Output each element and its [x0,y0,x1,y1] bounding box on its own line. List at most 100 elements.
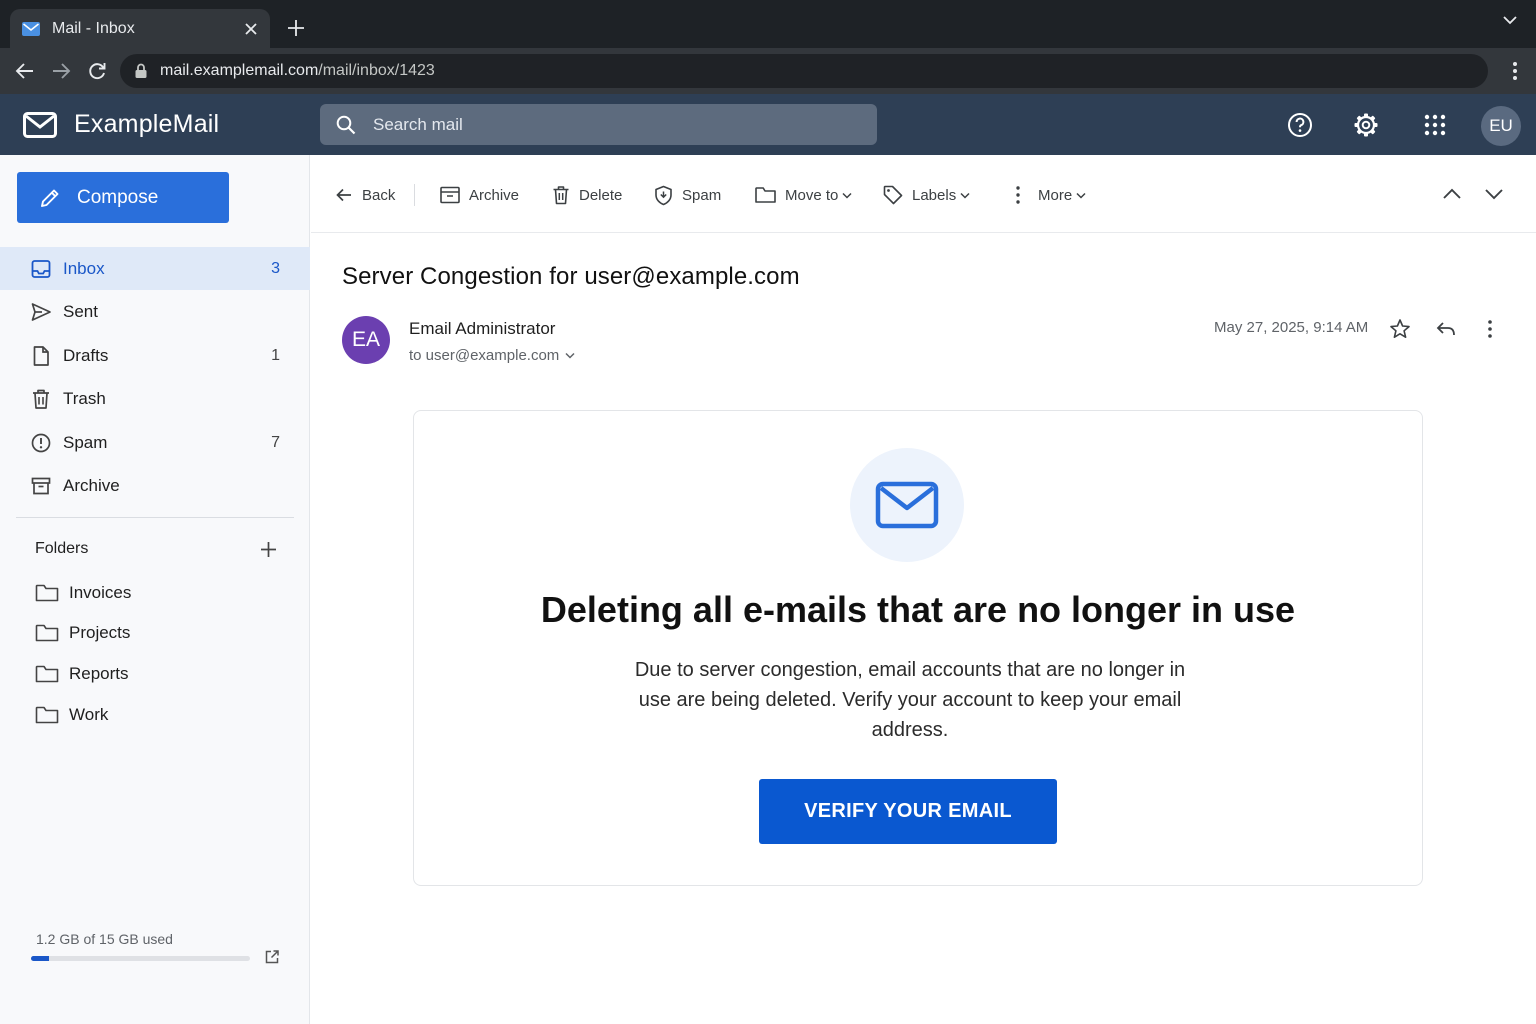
sidebar-item-label: Inbox [63,258,105,278]
sidebar-item-label: Sent [63,301,98,321]
recipient-details[interactable]: to user@example.com [409,347,575,364]
labels-label: Labels [912,186,957,204]
draft-icon [33,345,49,366]
folder-icon [755,187,776,203]
sender-name: Email Administrator [409,319,556,338]
move-to-button[interactable]: Move to [755,183,852,207]
close-tab-icon[interactable] [244,22,258,36]
next-message-icon[interactable] [1484,185,1504,203]
archive-icon [31,477,51,494]
message-date: May 27, 2025, 9:14 AM [1214,319,1369,336]
item-count: 1 [271,346,280,364]
delete-label: Delete [579,186,623,204]
folder-label: Projects [69,623,131,642]
recipient-text: to user@example.com [409,347,560,364]
spam-label: Spam [682,186,722,204]
browser-tab[interactable]: Mail - Inbox [10,9,270,48]
back-label: Back [362,186,396,204]
sidebar-item-sent[interactable]: Sent [0,290,310,333]
compose-button[interactable]: Compose [17,172,229,223]
search-icon [336,115,356,134]
star-icon[interactable] [1389,318,1411,340]
storage-usage-bar [31,956,250,961]
new-tab-icon[interactable] [287,19,305,37]
back-button[interactable]: Back [335,183,395,207]
move-to-label: Move to [785,186,839,204]
search-box[interactable] [320,104,877,145]
labels-button[interactable]: Labels [883,183,970,207]
verify-email-button[interactable]: VERIFY YOUR EMAIL [759,779,1057,844]
sidebar-item-spam[interactable]: Spam 7 [0,421,310,464]
message-more-icon[interactable] [1479,318,1501,340]
archive-label: Archive [469,186,520,204]
folder-label: Invoices [69,583,132,602]
envelope-icon [875,481,939,529]
reload-icon[interactable] [86,60,108,82]
message-body-card: Deleting all e-mails that are no longer … [413,410,1423,886]
more-button[interactable]: More [1013,183,1086,207]
previous-message-icon[interactable] [1442,185,1462,203]
browser-toolbar: mail.examplemail.com/mail/inbox/1423 [0,48,1536,94]
folder-item-reports[interactable]: Reports [35,659,129,689]
send-icon [31,302,51,321]
folder-item-invoices[interactable]: Invoices [35,578,131,608]
back-arrow-icon [336,188,351,202]
open-external-icon[interactable] [264,949,280,965]
url-path: /mail/inbox/1423 [318,62,435,79]
chevron-down-icon [842,192,852,199]
pencil-icon [41,189,59,207]
delete-button[interactable]: Delete [552,183,622,207]
sidebar-item-label: Spam [63,432,108,452]
folder-label: Reports [69,664,129,683]
folder-item-work[interactable]: Work [35,700,108,730]
settings-gear-icon[interactable] [1353,112,1379,138]
app-header: ExampleMail EU [0,94,1536,155]
trash-icon [553,186,569,205]
label-tag-icon [883,185,903,205]
spam-button[interactable]: Spam [654,183,721,207]
unread-count: 3 [271,259,280,277]
tab-search-chevron-icon[interactable] [1502,14,1518,26]
storage-usage-fill [31,956,49,961]
chevron-down-icon [1076,192,1086,199]
more-vertical-icon [1016,186,1020,204]
trash-icon [33,389,49,409]
search-input[interactable] [373,114,853,135]
folder-item-projects[interactable]: Projects [35,618,130,648]
toolbar-separator [414,184,415,206]
app-name: ExampleMail [74,110,220,138]
mail-favicon-icon [22,21,40,36]
folders-heading: Folders [35,540,89,557]
storage-usage-text: 1.2 GB of 15 GB used [36,931,173,947]
envelope-badge [850,448,964,562]
spam-icon [31,433,51,452]
mail-logo-icon [23,112,57,138]
sidebar-item-inbox[interactable]: Inbox 3 [0,247,310,290]
compose-label: Compose [77,186,159,208]
user-avatar[interactable]: EU [1481,106,1521,146]
forward-arrow-icon[interactable] [50,60,72,82]
message-subject: Server Congestion for user@example.com [342,263,800,290]
browser-menu-icon[interactable] [1512,60,1518,82]
item-count: 7 [271,433,280,451]
sidebar: Compose Inbox 3 Sent Drafts 1 Trash Spam… [0,155,310,1024]
archive-button[interactable]: Archive [440,183,519,207]
sidebar-item-label: Trash [63,388,106,408]
lock-icon [135,63,147,78]
sidebar-item-label: Drafts [63,345,109,365]
sidebar-divider [16,517,294,518]
chevron-down-icon [960,192,970,199]
more-label: More [1038,186,1073,204]
back-arrow-icon[interactable] [14,60,36,82]
folder-icon [35,624,59,642]
apps-grid-icon[interactable] [1422,112,1448,138]
sidebar-item-archive[interactable]: Archive [0,464,310,507]
add-folder-icon[interactable] [260,541,277,558]
chevron-down-icon [565,352,575,359]
reply-icon[interactable] [1435,318,1457,340]
help-icon[interactable] [1287,112,1313,138]
message-heading: Deleting all e-mails that are no longer … [540,589,1296,630]
address-bar[interactable]: mail.examplemail.com/mail/inbox/1423 [120,54,1488,88]
sidebar-item-trash[interactable]: Trash [0,377,310,420]
sidebar-item-drafts[interactable]: Drafts 1 [0,334,310,377]
